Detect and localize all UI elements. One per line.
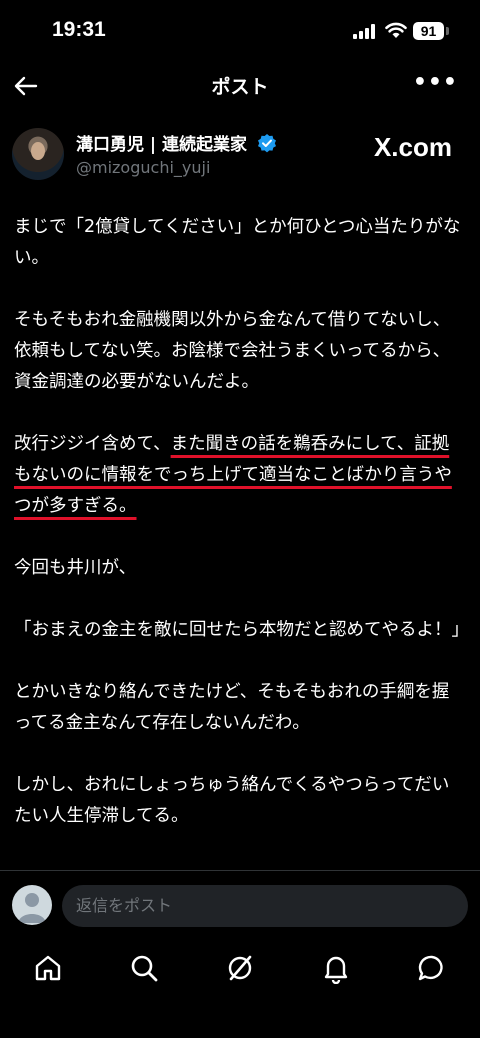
reply-avatar <box>12 885 52 925</box>
reply-bar: 返信をポスト <box>0 870 480 941</box>
home-icon[interactable] <box>32 952 64 984</box>
post-paragraph-5: 「おまえの金主を敵に回せたら本物だと認めてやるよ！」 <box>14 620 469 640</box>
post-paragraph-7: しかし、おれにしょっちゅう絡んでくるやつらってだいたい人生停滞してる。 <box>14 775 450 826</box>
more-options-icon[interactable]: ••• <box>413 70 458 95</box>
default-user-icon <box>18 893 46 923</box>
author-name[interactable]: 溝口勇児 | 連続起業家 <box>76 135 247 155</box>
grok-icon[interactable] <box>224 952 256 984</box>
author-name-row[interactable]: 溝口勇児 | 連続起業家 <box>76 130 277 155</box>
post-paragraph-2: そもそもおれ金融機関以外から金なんて借りてないし、依頼もしてない笑。お陰様で会社… <box>14 310 451 392</box>
battery-indicator: 91 <box>413 22 444 40</box>
bottom-tab-bar <box>0 940 480 1038</box>
avatar[interactable] <box>12 128 64 180</box>
author-handle[interactable]: @mizoguchi_yuji <box>76 158 210 177</box>
battery-tip <box>446 27 449 35</box>
post-paragraph-4: 今回も井川が、 <box>14 558 137 578</box>
post-paragraph-3: 改行ジジイ含めて、また聞きの話を鵜呑みにして、証拠もないのに情報をでっち上げて適… <box>14 429 466 522</box>
xcom-watermark: X.com <box>373 132 452 162</box>
notifications-bell-icon[interactable] <box>320 952 352 984</box>
post-author: 溝口勇児 | 連続起業家 @mizoguchi_yuji X.com <box>0 122 480 186</box>
post-text: まじで「2億貸してください」とか何ひとつ心当たりがない。 そもそもおれ金融機関以… <box>14 212 469 863</box>
cellular-signal-icon <box>353 24 375 39</box>
verified-badge-icon <box>257 134 276 153</box>
search-icon[interactable] <box>128 952 160 984</box>
page-title: ポスト <box>211 76 269 98</box>
post-paragraph-6: とかいきなり絡んできたけど、そもそもおれの手綱を握ってる金主なんて存在しないんだ… <box>14 682 450 733</box>
status-bar: 19:31 91 <box>0 0 480 60</box>
status-time: 19:31 <box>52 18 106 41</box>
reply-input[interactable]: 返信をポスト <box>62 885 468 927</box>
post-header: ポスト ••• <box>0 62 480 110</box>
messages-icon[interactable] <box>416 952 448 984</box>
post-paragraph-1: まじで「2億貸してください」とか何ひとつ心当たりがない。 <box>14 217 461 268</box>
post-paragraph-3-lead: 改行ジジイ含めて、 <box>14 434 171 454</box>
wifi-icon <box>385 22 407 38</box>
